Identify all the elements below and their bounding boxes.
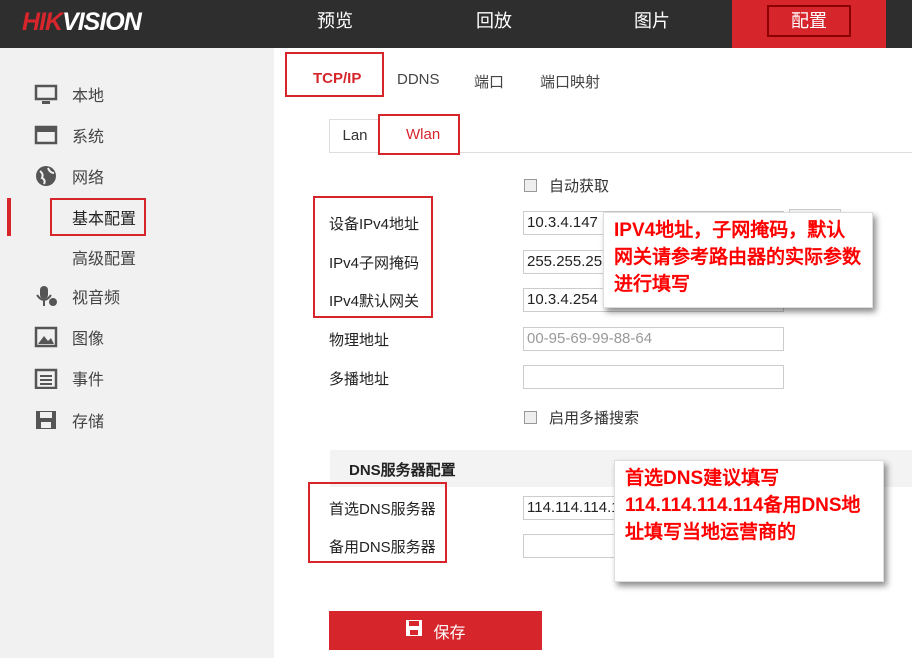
multicast-search-checkbox[interactable] xyxy=(524,411,537,424)
tab-port-mapping[interactable]: 端口映射 xyxy=(540,71,600,92)
multicast-search-label: 启用多播搜索 xyxy=(549,407,639,428)
multicast-label: 多播地址 xyxy=(329,368,389,389)
sidebar-label: 网络 xyxy=(72,164,104,188)
tab-tcpip[interactable]: TCP/IP xyxy=(313,70,361,87)
annotation-ip: IPV4地址，子网掩码，默认网关请参考路由器的实际参数进行填写 xyxy=(603,212,873,308)
tab-port[interactable]: 端口 xyxy=(474,71,504,92)
subnet-mask-label: IPv4子网掩码 xyxy=(329,252,419,273)
ipv4-label: 设备IPv4地址 xyxy=(329,213,419,234)
save-icon xyxy=(405,619,423,642)
sidebar-item-video-audio[interactable]: 视音频 xyxy=(34,284,120,308)
nav-playback[interactable]: 回放 xyxy=(417,0,571,48)
sidebar-label: 视音频 xyxy=(72,284,120,308)
save-label: 保存 xyxy=(433,619,465,643)
auto-obtain-label: 自动获取 xyxy=(549,175,609,196)
logo: HIKVISION xyxy=(22,8,141,37)
nav-picture[interactable]: 图片 xyxy=(575,0,729,48)
subtab-lan[interactable]: Lan xyxy=(329,119,381,153)
sidebar-label: 本地 xyxy=(72,82,104,106)
tab-ddns[interactable]: DDNS xyxy=(397,71,440,88)
monitor-icon xyxy=(34,83,58,105)
sidebar-label: 系统 xyxy=(72,123,104,147)
globe-icon xyxy=(34,165,58,187)
image-icon xyxy=(34,326,58,348)
sidebar-label: 事件 xyxy=(72,366,104,390)
sidebar-item-system[interactable]: 系统 xyxy=(34,123,104,147)
dns2-label: 备用DNS服务器 xyxy=(329,536,436,557)
sidebar-item-network[interactable]: 网络 xyxy=(34,164,104,188)
nav-config[interactable]: 配置 xyxy=(732,0,886,48)
sidebar-item-image[interactable]: 图像 xyxy=(34,325,104,349)
nav-config-label: 配置 xyxy=(767,5,851,37)
calendar-icon xyxy=(34,367,58,389)
sidebar-item-event[interactable]: 事件 xyxy=(34,366,104,390)
active-indicator xyxy=(7,198,11,236)
microphone-icon xyxy=(34,285,58,307)
dns1-label: 首选DNS服务器 xyxy=(329,498,436,519)
subtab-wlan[interactable]: Wlan xyxy=(378,114,460,155)
mac-label: 物理地址 xyxy=(329,329,389,350)
sidebar-sub-basic[interactable]: 基本配置 xyxy=(72,205,136,229)
auto-obtain-checkbox[interactable] xyxy=(524,179,537,192)
sidebar-sub-advanced[interactable]: 高级配置 xyxy=(72,245,136,269)
window-icon xyxy=(34,124,58,146)
gateway-label: IPv4默认网关 xyxy=(329,290,419,311)
sidebar-item-storage[interactable]: 存储 xyxy=(34,408,104,432)
sidebar-label: 存储 xyxy=(72,408,104,432)
top-bar: HIKVISION 预览 回放 图片 配置 xyxy=(0,0,912,48)
save-icon xyxy=(34,409,58,431)
nav-preview[interactable]: 预览 xyxy=(258,0,412,48)
mac-input: 00-95-69-99-88-64 xyxy=(523,327,784,351)
save-button[interactable]: 保存 xyxy=(329,611,542,650)
multicast-input[interactable] xyxy=(523,365,784,389)
annotation-dns: 首选DNS建议填写114.114.114.114备用DNS地址填写当地运营商的 xyxy=(614,460,884,582)
sidebar-label: 图像 xyxy=(72,325,104,349)
sidebar-item-local[interactable]: 本地 xyxy=(34,82,104,106)
